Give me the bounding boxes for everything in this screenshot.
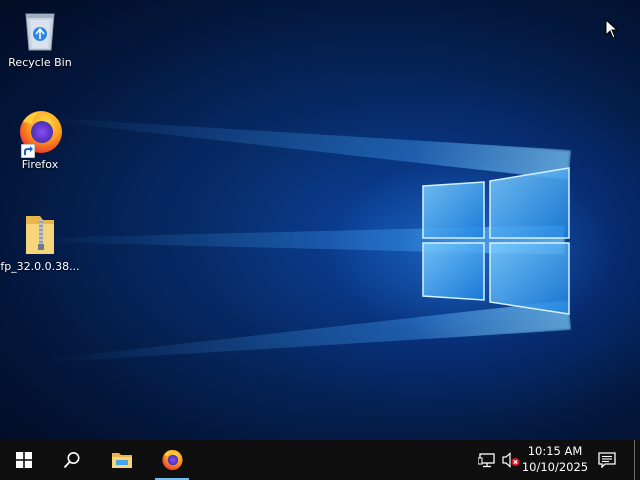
firefox-icon	[162, 449, 183, 471]
tray-network[interactable]	[477, 450, 497, 470]
taskbar-file-explorer[interactable]	[99, 440, 145, 480]
search-button[interactable]	[49, 440, 95, 480]
clock-time: 10:15 AM	[527, 444, 583, 458]
taskbar: 10:15 AM 10/10/2025	[0, 440, 640, 480]
desktop-icon-recycle-bin[interactable]: Recycle Bin	[0, 8, 80, 69]
desktop-icon-firefox[interactable]: Firefox	[0, 108, 80, 171]
system-clock[interactable]: 10:15 AM 10/10/2025	[520, 443, 590, 475]
action-center-button[interactable]	[597, 450, 617, 470]
search-icon	[63, 452, 80, 469]
clock-date: 10/10/2025	[521, 460, 589, 474]
action-center-icon	[598, 452, 616, 468]
windows-start-icon	[16, 452, 32, 468]
mouse-cursor-icon	[605, 19, 619, 39]
start-button[interactable]	[1, 440, 47, 480]
desktop-icon-label: fp_32.0.0.38...	[0, 260, 80, 273]
desktop-background: Recycle Bin Firefox fp_32.0.0.38...	[0, 0, 640, 440]
network-icon	[478, 453, 495, 468]
tray-volume[interactable]	[501, 450, 521, 470]
volume-muted-icon	[502, 452, 520, 468]
desktop-icon-label: Firefox	[21, 158, 59, 171]
firefox-icon	[15, 108, 65, 158]
shortcut-arrow-icon	[21, 144, 35, 158]
desktop-icon-zip-folder[interactable]: fp_32.0.0.38...	[0, 212, 80, 273]
desktop-icon-label: Recycle Bin	[8, 56, 72, 69]
windows-logo-wallpaper	[422, 167, 570, 315]
zip-folder-icon	[0, 212, 80, 258]
recycle-bin-icon	[0, 8, 80, 54]
taskbar-firefox[interactable]	[149, 440, 195, 480]
show-desktop-button[interactable]	[634, 440, 640, 480]
file-explorer-icon	[112, 453, 132, 468]
